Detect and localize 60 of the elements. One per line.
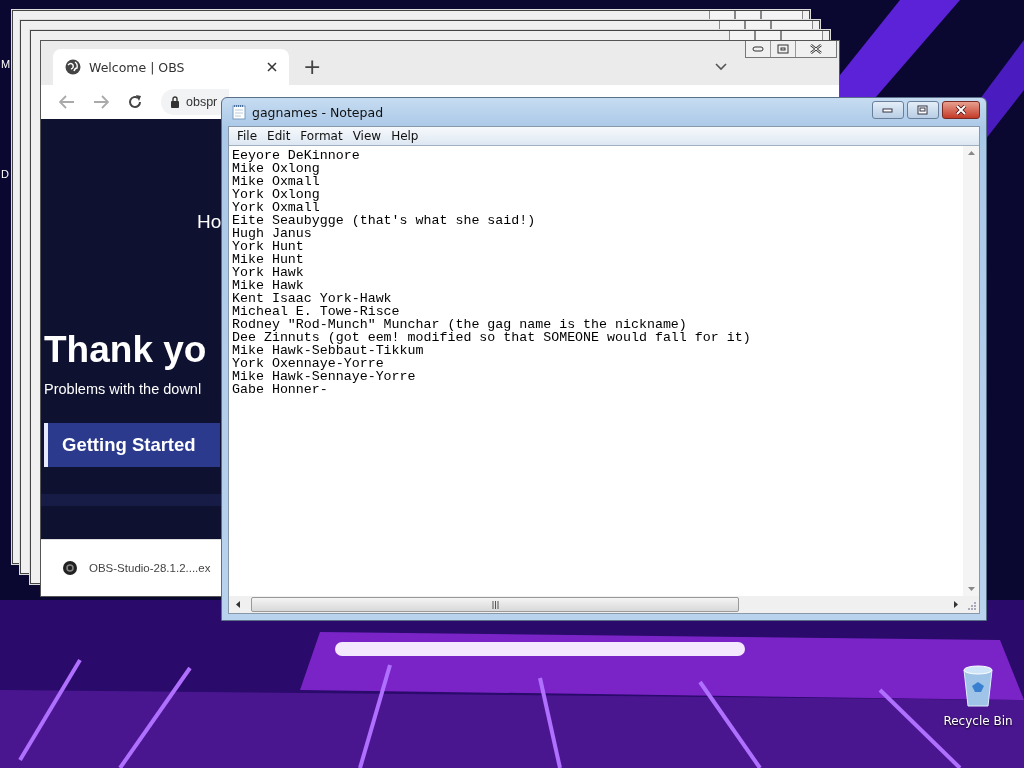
vertical-scrollbar[interactable] [963,146,979,596]
notepad-icon [232,104,246,120]
text-line: Eite Seaubygge (that's what she said!) [232,214,537,227]
close-icon [954,105,968,115]
text-line: York Oxmall [232,201,321,214]
text-line: York Oxlong [232,188,321,201]
menu-item[interactable]: Help [386,129,424,143]
scroll-down-icon [966,586,976,592]
icon-label[interactable]: D [1,168,9,181]
recycle-bin-icon[interactable] [960,662,996,708]
text-line: Mike Oxlong [232,162,321,175]
lock-icon [170,96,180,108]
text-line: York Oxennaye-Yorre [232,357,384,370]
icon-label[interactable]: Recycle Bin [943,714,1013,728]
text-line: Micheal E. Towe-Risce [232,305,401,318]
window-title: gagnames - Notepad [252,104,384,120]
tab-title: Welcome | OBS [89,59,186,75]
address-field[interactable]: obspr [161,89,229,115]
minimize-icon [752,46,764,52]
scroll-right-icon [953,600,959,609]
text-line: Mike Hunt [232,253,305,266]
text-line: York Hunt [232,240,305,253]
globe-icon [65,59,81,75]
menu-item[interactable]: Edit [262,129,296,143]
reload-icon[interactable] [127,94,143,110]
icon-label[interactable]: M [1,58,11,71]
scroll-left-icon [235,600,241,609]
maximize-icon [777,44,789,54]
close-icon [267,62,277,72]
back-icon[interactable] [59,95,75,109]
forward-icon[interactable] [93,95,109,109]
text-line: Mike Oxmall [232,175,321,188]
text-line: Kent Isaac York-Hawk [232,292,393,305]
text-line: Mike Hawk-Sebbaut-Tikkum [232,344,425,357]
download-item[interactable]: OBS-Studio-28.1.2....ex [63,561,211,575]
app-logo-icon [63,561,77,575]
text-line: Rodney "Rod-Munch" Munchar (the gag name is the nickname) [232,318,688,331]
text-line: Gabe Honner- [232,383,328,396]
text-line: Eeyore DeKinnore [232,149,361,162]
text-line: Mike Hawk-Sennaye-Yorre [232,370,417,383]
new-tab-button[interactable]: + [303,55,322,79]
menu-item[interactable]: File [232,129,263,143]
page-subtitle: Problems with the downl [44,381,202,397]
browser-tab[interactable]: Welcome | OBS [53,49,289,85]
getting-started-button[interactable]: Getting Started [44,423,220,467]
close-icon [809,44,823,54]
text-line: Hugh Janus [232,227,312,240]
text-line: York Hawk [232,266,305,279]
minimize-icon [882,107,894,113]
menu-item[interactable]: View [347,129,387,143]
scroll-up-icon [966,150,976,156]
maximize-icon [917,105,929,115]
text-line: Dee Zinnuts (got eem! modified so that SOMEONE would fall for it) [232,331,752,344]
horizontal-scrollbar[interactable] [229,596,979,613]
nav-text[interactable]: Ho [197,211,222,233]
page-heading: Thank yo [44,329,207,371]
chevron-icon [715,63,727,71]
menu-item[interactable]: Format [295,129,348,143]
scroll-thumb[interactable] [251,597,739,612]
text-line: Mike Hawk [232,279,305,292]
